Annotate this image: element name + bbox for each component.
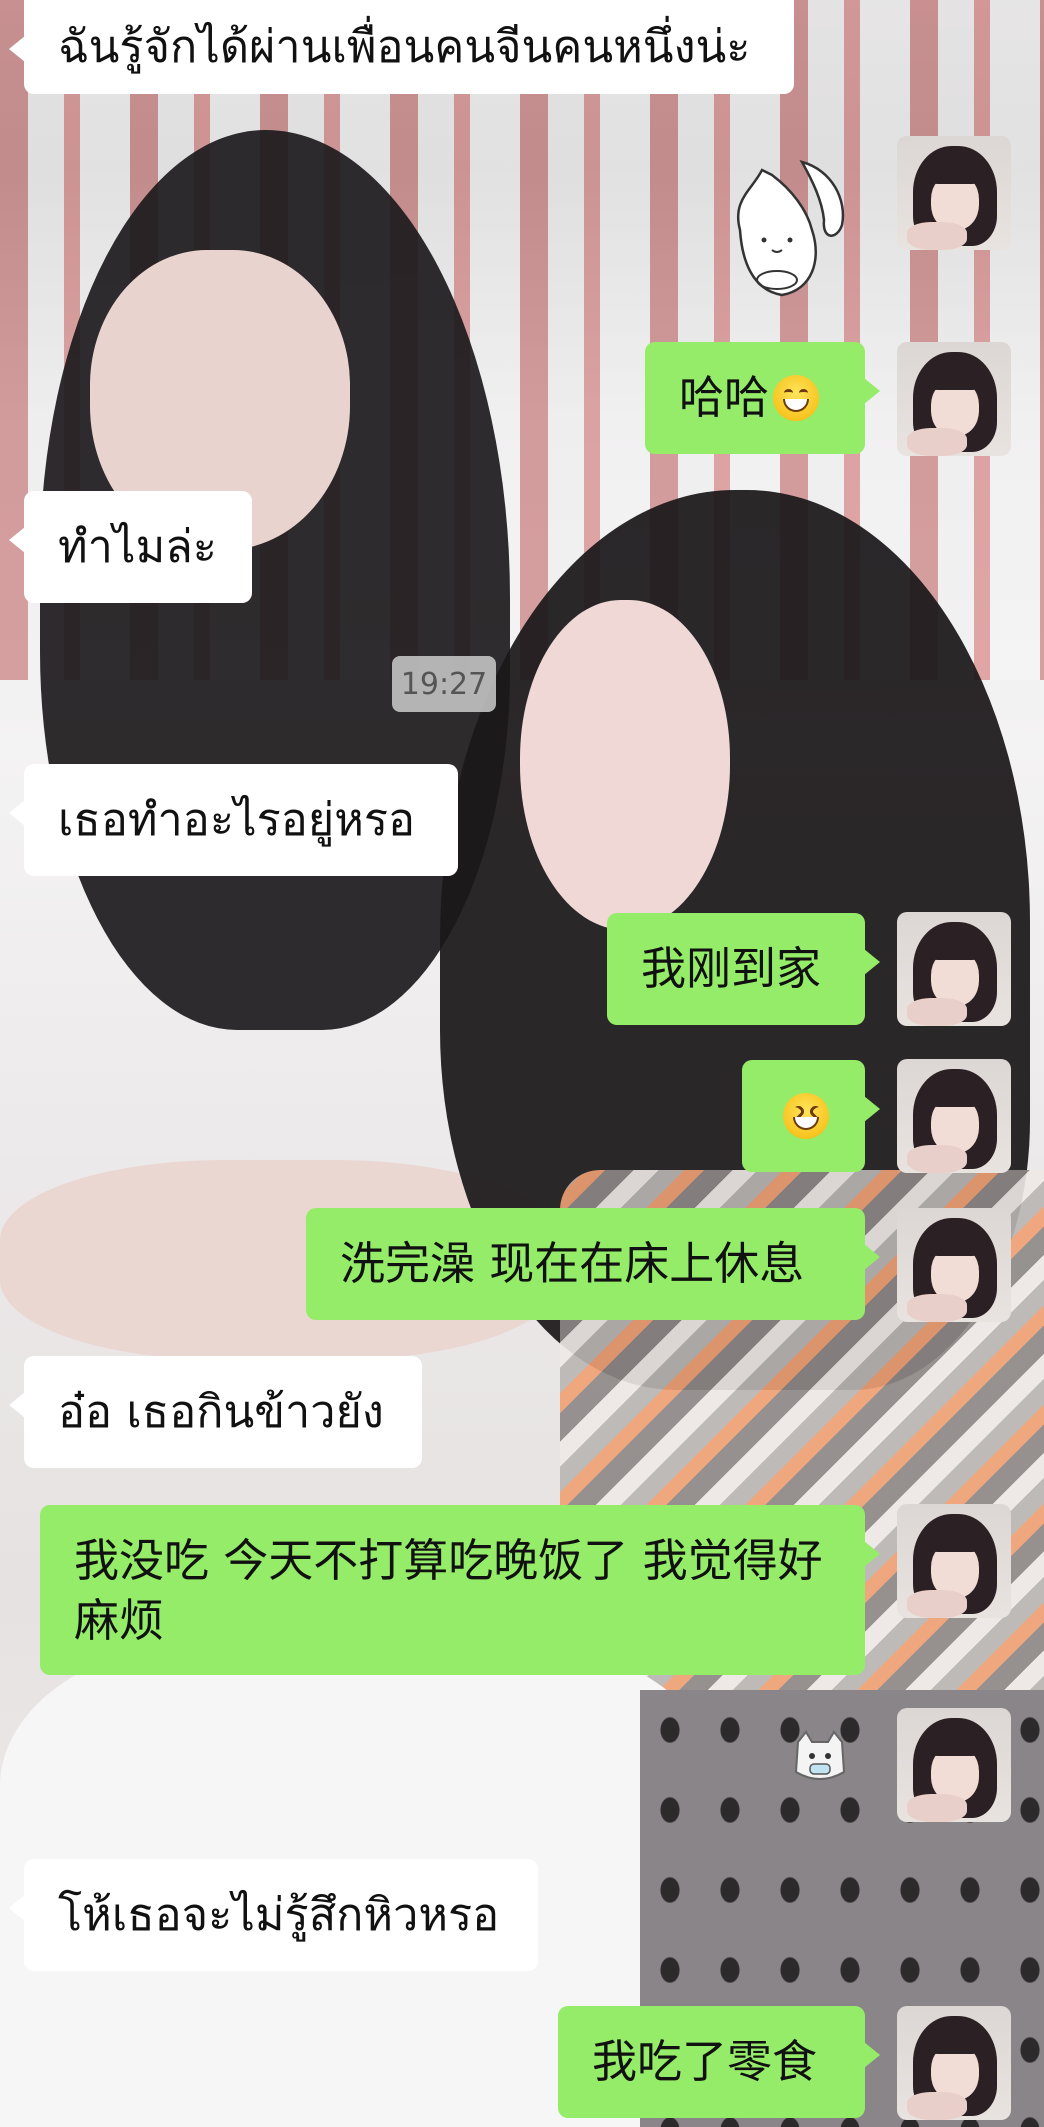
incoming-message[interactable]: โห้เธอจะไม่รู้สึกหิวหรอ — [9, 1859, 538, 1971]
incoming-message[interactable]: อ๋อ เธอกินข้าวยัง — [9, 1356, 422, 1468]
outgoing-message[interactable]: 哈哈 — [645, 342, 880, 454]
message-text: ทำไมล่ะ — [58, 520, 217, 573]
timestamp-divider: 19:27 — [392, 656, 496, 712]
message-text: อ๋อ เธอกินข้าวยัง — [58, 1385, 384, 1438]
outgoing-message[interactable]: 洗完澡 现在在床上休息 — [306, 1208, 880, 1320]
message-text: เธอทำอะไรอยู่หรอ — [58, 793, 416, 846]
incoming-message[interactable]: ทำไมล่ะ — [9, 491, 252, 603]
outgoing-message[interactable]: 我吃了零食 — [558, 2006, 880, 2118]
outgoing-message[interactable]: 我刚到家 — [607, 913, 880, 1025]
background-photo — [0, 0, 1044, 2127]
bunny-sticker[interactable] — [712, 150, 862, 300]
outgoing-message[interactable] — [742, 1060, 880, 1172]
user-avatar[interactable] — [897, 1208, 1011, 1322]
message-text: โห้เธอจะไม่รู้สึกหิวหรอ — [58, 1888, 500, 1941]
message-text: 我没吃 今天不打算吃晚饭了 我觉得好麻烦 — [74, 1534, 823, 1647]
message-text: ฉันรู้จักได้ผ่านเพื่อนคนจีนคนหนึ่งน่ะ — [58, 20, 751, 73]
message-text: 洗完澡 现在在床上休息 — [340, 1237, 805, 1290]
cat-sticker[interactable] — [790, 1728, 850, 1788]
incoming-message[interactable]: เธอทำอะไรอยู่หรอ — [9, 764, 458, 876]
message-text: 我刚到家 — [641, 942, 822, 995]
background-face-right — [520, 600, 730, 930]
user-avatar[interactable] — [897, 136, 1011, 250]
user-avatar[interactable] — [897, 2006, 1011, 2120]
user-avatar[interactable] — [897, 1059, 1011, 1173]
message-text: 哈哈 — [679, 371, 770, 424]
cat-sticker-icon — [794, 1730, 846, 1780]
message-text: 我吃了零食 — [592, 2035, 818, 2088]
grinning-emoji-icon — [773, 375, 820, 421]
user-avatar[interactable] — [897, 1504, 1011, 1618]
outgoing-message[interactable]: 我没吃 今天不打算吃晚饭了 我觉得好麻烦 — [40, 1505, 880, 1675]
user-avatar[interactable] — [897, 1708, 1011, 1822]
user-avatar[interactable] — [897, 912, 1011, 1026]
incoming-message[interactable]: ฉันรู้จักได้ผ่านเพื่อนคนจีนคนหนึ่งน่ะ — [9, 0, 794, 94]
user-avatar[interactable] — [897, 342, 1011, 456]
laughing-emoji-icon — [782, 1093, 829, 1139]
bunny-sticker-icon — [737, 160, 845, 297]
